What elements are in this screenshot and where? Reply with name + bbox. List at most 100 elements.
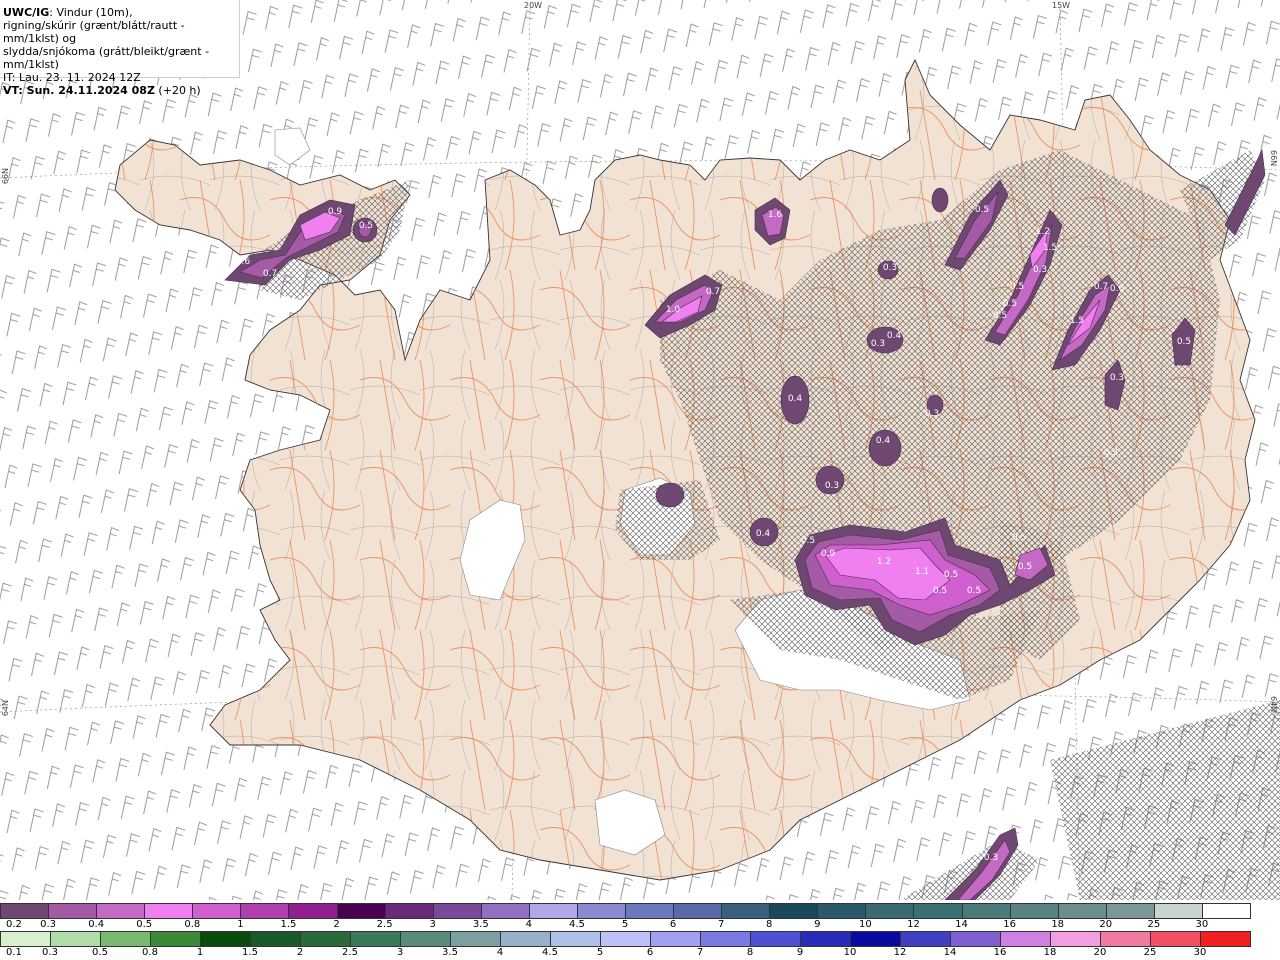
rain-scale-label: 0.8 xyxy=(142,947,158,958)
precip-value-label: 0.5 xyxy=(975,205,989,215)
rain-scale-swatch xyxy=(401,932,451,946)
snow-scale-label: 0.8 xyxy=(184,919,201,930)
snow-scale-label: 2.5 xyxy=(376,919,393,930)
forecast-offset: (+20 h) xyxy=(154,84,201,97)
precip-value-label: 0.7 xyxy=(706,287,720,297)
rain-scale-label: 18 xyxy=(1043,947,1057,958)
precip-value-label: 0.5 xyxy=(933,586,947,596)
rain-scale-swatch xyxy=(1051,932,1101,946)
precip-value-label: 0.3 xyxy=(925,409,939,419)
rain-scale-label: 25 xyxy=(1143,947,1157,958)
snow-scale-label: 1 xyxy=(237,919,244,930)
snow-scale-label: 0.2 xyxy=(6,919,22,930)
snow-scale-label: 12 xyxy=(907,919,920,930)
rain-scale-label: 6 xyxy=(646,947,654,958)
snow-scale-swatch xyxy=(1154,904,1203,918)
snow-scale-label: 25 xyxy=(1147,919,1161,930)
snow-scale-label: 10 xyxy=(859,919,872,930)
rain-scale-label: 14 xyxy=(943,947,957,958)
snow-scale-label: 16 xyxy=(1003,919,1016,930)
snow-scale-label: 4.5 xyxy=(568,919,585,930)
rain-scale-swatch xyxy=(851,932,901,946)
rain-scale-label: 2 xyxy=(296,947,304,958)
precip-value-label: 1.1 xyxy=(915,567,929,577)
snow-scale-swatch xyxy=(1058,904,1107,918)
lat-label-right-bottom: 64N xyxy=(1269,696,1278,713)
rain-scale-swatch xyxy=(451,932,501,946)
snow-scale-swatch xyxy=(433,904,482,918)
precip-value-label: 0.9 xyxy=(328,207,343,217)
snow-scale-swatch xyxy=(818,904,867,918)
lat-label-left-bottom: 64N xyxy=(1,700,10,717)
rain-scale-swatch xyxy=(151,932,201,946)
rain-scale-swatch xyxy=(601,932,651,946)
rain-scale-swatch xyxy=(1101,932,1151,946)
snow-scale-swatch xyxy=(1106,904,1155,918)
precip-value-label: 0.7 xyxy=(1094,282,1108,292)
lon-label-20w: 20W xyxy=(524,1,543,10)
precip-value-label: 1.5 xyxy=(1070,316,1084,326)
rain-scale-swatch xyxy=(1001,932,1051,946)
rain-scale-swatch xyxy=(501,932,551,946)
precip-value-label: 0.3 xyxy=(1104,448,1118,458)
snow-scale-label: 2 xyxy=(333,919,340,930)
snow-scale-swatch xyxy=(914,904,963,918)
snow-scale-swatch xyxy=(529,904,578,918)
weather-map: 0.90.50.60.71.60.71.00.51.21.50.30.40.30… xyxy=(0,0,1280,900)
rain-scale-swatch xyxy=(901,932,951,946)
precip-value-label: 1.6 xyxy=(768,210,783,220)
precip-value-label: 0.5 xyxy=(801,536,815,546)
rain-scale-swatch xyxy=(201,932,251,946)
rain-scale-label: 8 xyxy=(746,947,754,958)
map-header: UWC/IG: Vindur (10m), rigning/skúrir (gr… xyxy=(0,0,240,97)
precip-value-label: 0.3 xyxy=(883,263,897,273)
rain-scale-label: 4.5 xyxy=(542,947,558,958)
rain-scale-swatch xyxy=(1,932,51,946)
rain-scale-swatch xyxy=(301,932,351,946)
rain-scale-label: 12 xyxy=(893,947,907,958)
rain-scale-label: 0.5 xyxy=(92,947,108,958)
precip-value-label: 0.5 xyxy=(993,311,1007,321)
snow-scale-label: 18 xyxy=(1051,919,1065,930)
snow-scale-label: 7 xyxy=(717,919,725,930)
precip-value-label: 0.5 xyxy=(944,570,958,580)
snow-scale-swatch xyxy=(385,904,434,918)
precip-value-label: 0.3 xyxy=(825,481,839,491)
rain-scale-label: 20 xyxy=(1093,947,1107,958)
rain-scale-swatch xyxy=(1201,932,1251,946)
precip-value-label: 1.2 xyxy=(1036,227,1050,237)
precip-value-label: 0.7 xyxy=(263,269,277,279)
snow-scale-swatch xyxy=(866,904,915,918)
lon-label-15w: 15W xyxy=(1052,1,1071,10)
precip-value-label: 0.3 xyxy=(1110,373,1124,383)
snow-scale-label: 3 xyxy=(429,919,436,930)
snow-scale-swatch xyxy=(481,904,530,918)
snow-scale-label: 5 xyxy=(621,919,629,930)
rain-scale-label: 0.1 xyxy=(6,947,22,958)
rain-scale-labels: 0.1 0.3 0.5 0.8 1 1.5 2 2.5 3 3.5 4 4.5 5 6 7 8 9 10 12 14 1… xyxy=(0,947,1250,960)
valid-time: VT: Sun. 24.11.2024 08Z (+20 h) xyxy=(3,84,235,97)
snow-scale-swatch xyxy=(97,904,146,918)
lat-label-left-top: 66N xyxy=(1,168,10,185)
precip-value-label: 0.6 xyxy=(1110,284,1125,294)
snow-scale-label: 0.3 xyxy=(40,919,57,930)
snow-scale-swatch xyxy=(722,904,771,918)
snow-scale-swatch xyxy=(1202,904,1252,918)
rain-scale-label: 4 xyxy=(496,947,504,958)
title-rest: : Vindur (10m), xyxy=(49,6,133,19)
precip-value-label: 1.5 xyxy=(1043,243,1057,253)
precip-value-label: 0.6 xyxy=(236,257,251,267)
snow-scale-swatch xyxy=(577,904,627,918)
precip-value-label: 0.3 xyxy=(1033,265,1047,275)
lat-label-right-top: 66N xyxy=(1269,150,1278,167)
rain-scale-swatch xyxy=(551,932,601,946)
init-time: IT: Lau. 23. 11. 2024 12Z xyxy=(3,71,141,84)
precip-value-label: 0.5 xyxy=(359,221,373,231)
snow-scale-label: 0.4 xyxy=(88,919,105,930)
snow-scale-swatch xyxy=(145,904,194,918)
precip-value-label: 0.4 xyxy=(756,529,771,539)
snow-scale-swatch xyxy=(337,904,386,918)
precip-value-label: 0.5 xyxy=(1018,562,1032,572)
model-name: UWC/IG xyxy=(3,6,50,19)
snow-scale-swatch xyxy=(289,904,338,918)
